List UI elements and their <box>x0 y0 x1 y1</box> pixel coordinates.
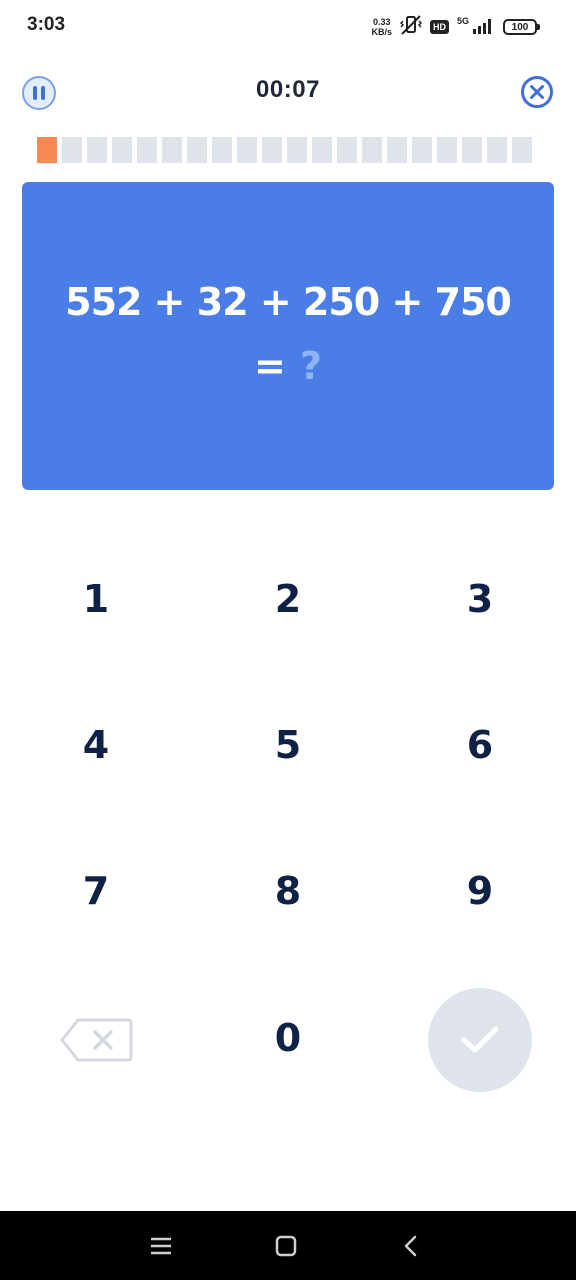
progress-segment <box>312 137 332 163</box>
progress-segment <box>287 137 307 163</box>
progress-segment <box>187 137 207 163</box>
close-circle-icon <box>521 76 553 108</box>
key-3[interactable]: 3 <box>420 559 540 639</box>
menu-icon <box>151 1237 171 1255</box>
vibrate-off-icon <box>399 14 423 40</box>
network-speed: 0.33 KB/s <box>371 17 392 37</box>
network-speed-value: 0.33 <box>372 17 391 27</box>
key-8[interactable]: 8 <box>228 851 348 931</box>
key-4[interactable]: 4 <box>36 705 156 785</box>
hd-badge: HD <box>429 20 449 34</box>
key-9[interactable]: 9 <box>420 851 540 931</box>
key-2[interactable]: 2 <box>228 559 348 639</box>
answer-line: =? <box>22 344 554 388</box>
key-7[interactable]: 7 <box>36 851 156 931</box>
progress-segment <box>337 137 357 163</box>
progress-segment <box>87 137 107 163</box>
progress-segment <box>387 137 407 163</box>
timer: 00:07 <box>256 76 320 103</box>
backspace-icon <box>60 1018 133 1062</box>
progress-segment <box>137 137 157 163</box>
progress-segment <box>487 137 507 163</box>
network-type: 5G <box>456 16 469 26</box>
progress-segment <box>437 137 457 163</box>
battery-level: 100 <box>503 19 537 35</box>
progress-segment <box>412 137 432 163</box>
progress-segment <box>512 137 532 163</box>
progress-segment <box>237 137 257 163</box>
status-bar: 3:03 0.33 KB/s HD 5G 100 <box>0 0 576 54</box>
checkmark-icon <box>461 1026 499 1053</box>
submit-button[interactable] <box>428 988 532 1092</box>
progress-segment <box>62 137 82 163</box>
equals-sign: = <box>254 344 286 388</box>
back-icon <box>404 1235 417 1257</box>
progress-segment <box>362 137 382 163</box>
home-button[interactable] <box>271 1231 301 1261</box>
progress-segment <box>212 137 232 163</box>
question-progress <box>37 137 532 163</box>
key-5[interactable]: 5 <box>228 705 348 785</box>
signal-icon <box>473 16 495 38</box>
home-icon <box>275 1235 297 1257</box>
status-icons: 0.33 KB/s HD 5G 100 <box>371 14 540 40</box>
recent-apps-button[interactable] <box>146 1231 176 1261</box>
key-6[interactable]: 6 <box>420 705 540 785</box>
key-1[interactable]: 1 <box>36 559 156 639</box>
answer-display: ? <box>299 344 322 388</box>
progress-segment <box>262 137 282 163</box>
backspace-button[interactable] <box>58 1014 134 1066</box>
question-card: 552 + 32 + 250 + 750 =? <box>22 182 554 490</box>
progress-segment <box>162 137 182 163</box>
close-button[interactable] <box>520 75 554 109</box>
progress-segment <box>112 137 132 163</box>
back-button[interactable] <box>395 1231 425 1261</box>
system-nav-bar <box>0 1211 576 1280</box>
key-0[interactable]: 0 <box>228 998 348 1078</box>
math-expression: 552 + 32 + 250 + 750 <box>65 280 512 324</box>
progress-segment <box>37 137 57 163</box>
battery-icon: 100 <box>503 19 540 35</box>
status-time: 3:03 <box>27 14 66 35</box>
progress-segment <box>462 137 482 163</box>
network-speed-unit: KB/s <box>371 27 392 37</box>
